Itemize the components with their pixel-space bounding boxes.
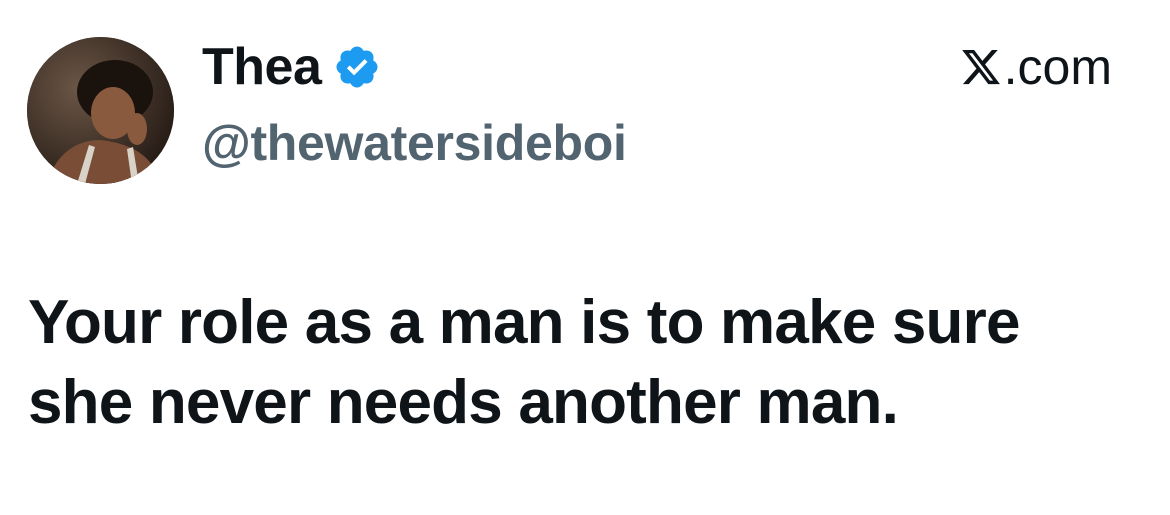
avatar[interactable]	[27, 37, 174, 184]
brand-domain-label: .com	[1003, 39, 1112, 95]
verified-badge-icon	[333, 43, 381, 91]
display-name[interactable]: Thea	[202, 36, 322, 98]
avatar-image	[27, 37, 174, 184]
tweet-card: Thea @thewatersideboi .com Your role as …	[0, 0, 1170, 515]
brand-mark: .com	[960, 36, 1112, 98]
author-name-row: Thea	[202, 36, 381, 98]
tweet-text: Your role as a man is to make sure she n…	[28, 288, 1020, 437]
x-logo-icon	[960, 46, 1002, 88]
user-handle[interactable]: @thewatersideboi	[202, 112, 627, 174]
